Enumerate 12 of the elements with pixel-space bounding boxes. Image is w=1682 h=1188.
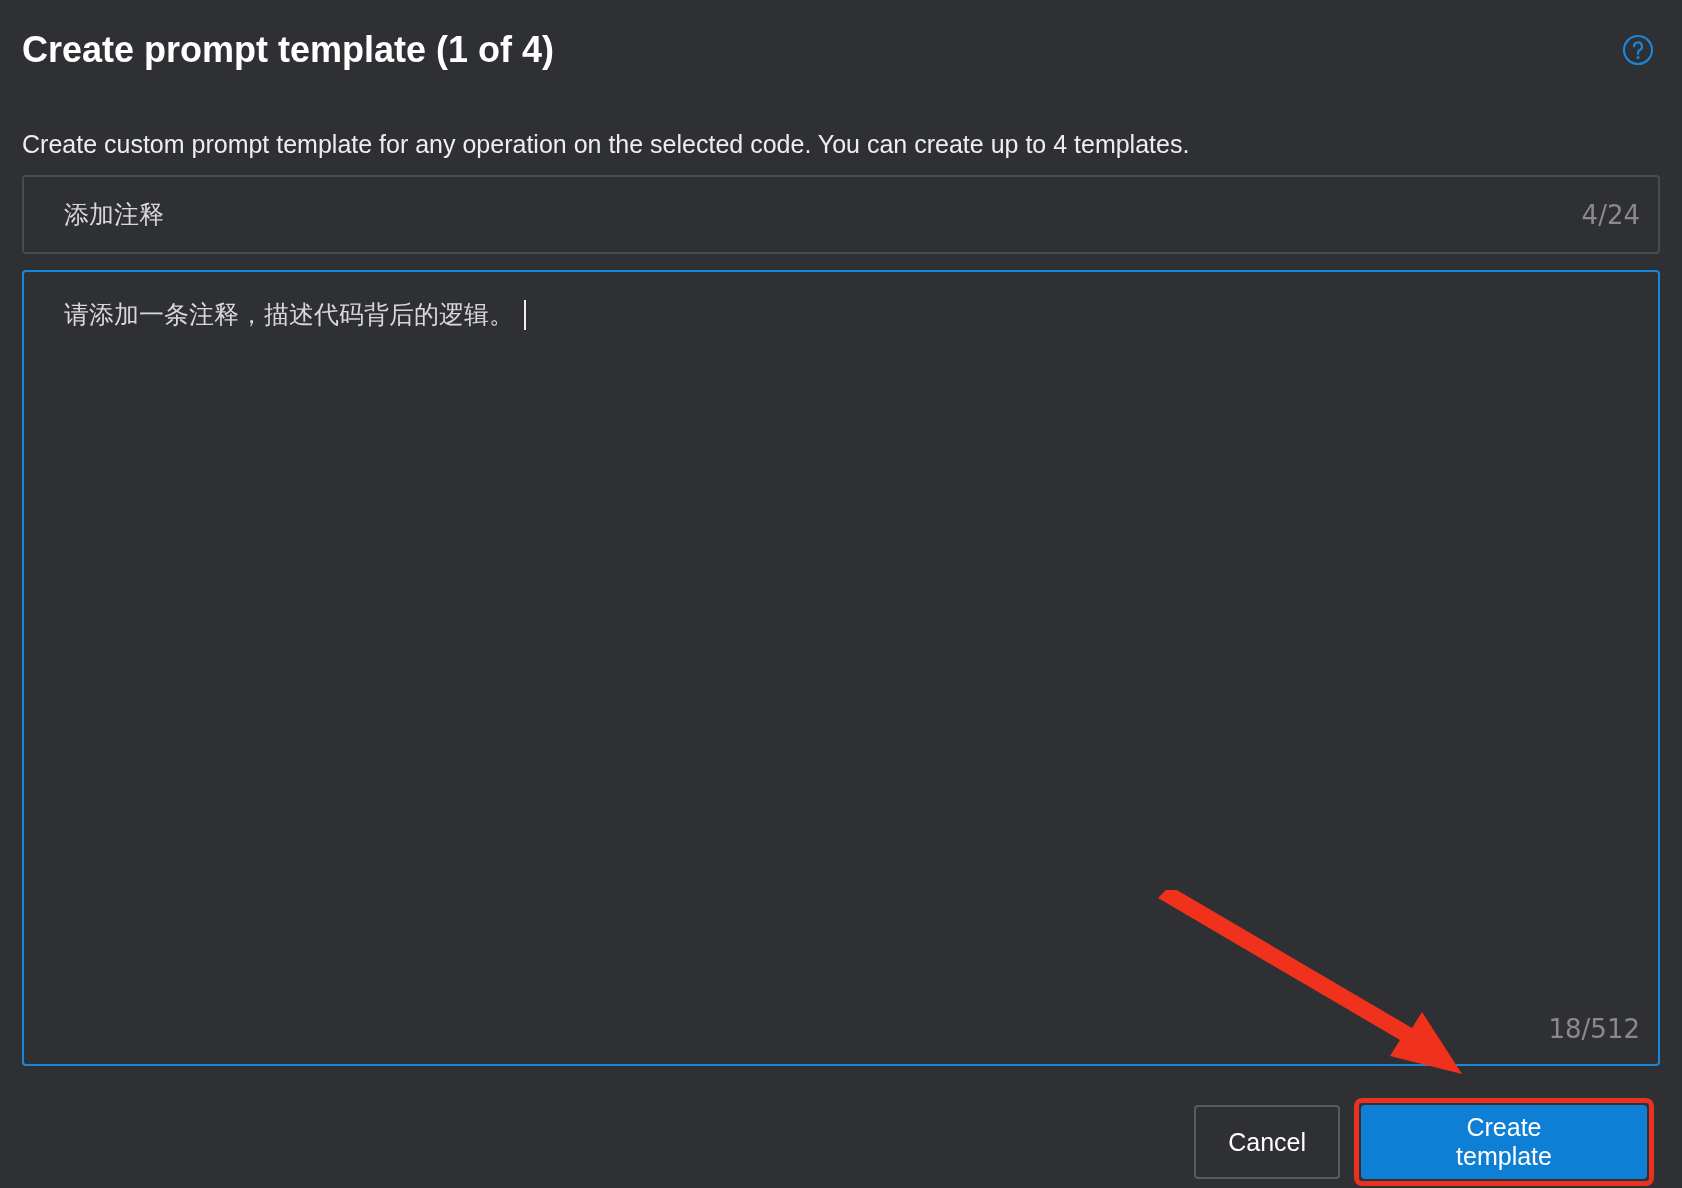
character-counter: 18/512 bbox=[1548, 1014, 1640, 1044]
name-field[interactable]: 添加注释 4/24 bbox=[22, 175, 1660, 254]
text-cursor bbox=[524, 299, 526, 330]
create-button[interactable]: Create template bbox=[1361, 1105, 1647, 1179]
help-icon[interactable] bbox=[1622, 34, 1654, 66]
dialog-title: Create prompt template (1 of 4) bbox=[22, 29, 555, 71]
cancel-button[interactable]: Cancel bbox=[1194, 1105, 1340, 1179]
dialog-description: Create custom prompt template for any operation on the selected code. You can create up to 4 templates. bbox=[22, 130, 1191, 159]
prompt-value: 请添加一条注释，描述代码背后的逻辑。 bbox=[64, 299, 514, 331]
name-value: 添加注释 bbox=[64, 199, 164, 231]
prompt-field[interactable]: 请添加一条注释，描述代码背后的逻辑。 18/512 bbox=[22, 270, 1660, 1066]
character-counter: 4/24 bbox=[1581, 199, 1640, 230]
